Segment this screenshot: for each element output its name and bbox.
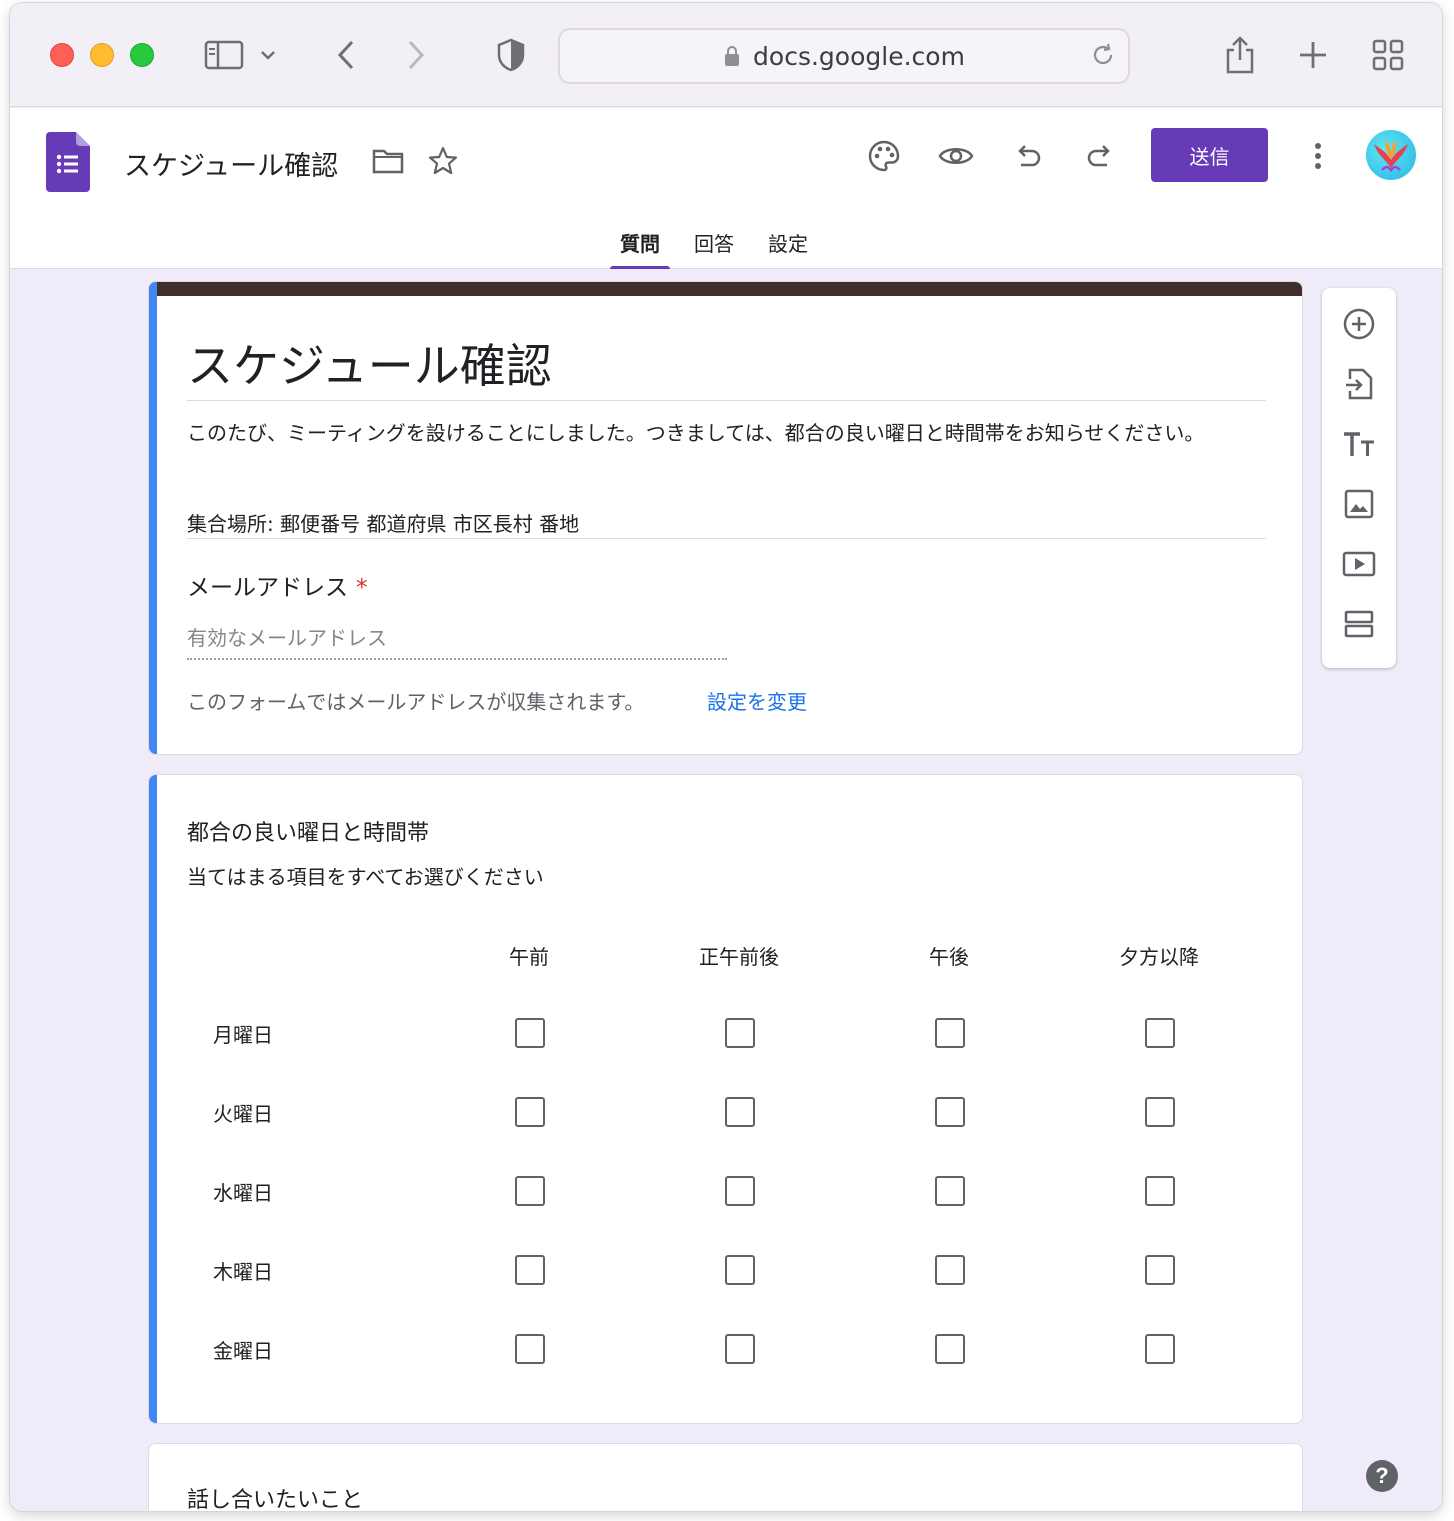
grid-checkbox[interactable] bbox=[1145, 1255, 1175, 1285]
question-card[interactable]: 話し合いたいこと bbox=[148, 1443, 1303, 1511]
active-card-indicator bbox=[149, 282, 157, 754]
chevron-down-icon[interactable] bbox=[256, 33, 280, 77]
form-place[interactable]: 集合場所: 郵便番号 都道府県 市区長村 番地 bbox=[187, 508, 579, 537]
browser-toolbar: docs.google.com bbox=[10, 3, 1442, 107]
grid-row-label: 木曜日 bbox=[213, 1260, 273, 1284]
address-bar[interactable]: docs.google.com bbox=[558, 28, 1130, 84]
form-title[interactable]: スケジュール確認 bbox=[187, 330, 552, 396]
forward-icon[interactable] bbox=[394, 33, 438, 77]
add-video-icon[interactable] bbox=[1335, 540, 1383, 588]
grid-checkbox[interactable] bbox=[515, 1018, 545, 1048]
send-button[interactable]: 送信 bbox=[1151, 128, 1268, 182]
undo-icon[interactable] bbox=[1006, 134, 1050, 178]
grid-checkbox[interactable] bbox=[935, 1176, 965, 1206]
tab-responses[interactable]: 回答 bbox=[684, 208, 744, 269]
lock-icon bbox=[723, 45, 741, 67]
grid-checkbox[interactable] bbox=[515, 1097, 545, 1127]
preview-eye-icon[interactable] bbox=[934, 134, 978, 178]
grid-checkbox[interactable] bbox=[935, 1018, 965, 1048]
grid-row-label: 金曜日 bbox=[213, 1339, 273, 1363]
browser-window: docs.google.com スケジュール確認 送信 質問 回答 設定 スケジ… bbox=[10, 3, 1442, 1511]
forms-header: スケジュール確認 送信 質問 回答 設定 bbox=[10, 108, 1442, 269]
grid-column-header: 夕方以降 bbox=[1119, 945, 1199, 969]
form-description[interactable]: このたび、ミーティングを設けることにしました。つきましては、都合の良い曜日と時間… bbox=[187, 418, 1267, 449]
add-title-icon[interactable] bbox=[1335, 420, 1383, 468]
grid-checkbox[interactable] bbox=[725, 1334, 755, 1364]
divider bbox=[187, 400, 1266, 401]
grid-checkbox[interactable] bbox=[725, 1255, 755, 1285]
question-toolbar bbox=[1322, 288, 1396, 668]
grid-checkbox[interactable] bbox=[725, 1097, 755, 1127]
form-tabs: 質問 回答 設定 bbox=[610, 208, 818, 269]
grid-checkbox[interactable] bbox=[725, 1176, 755, 1206]
tab-questions[interactable]: 質問 bbox=[610, 208, 670, 269]
help-icon[interactable]: ? bbox=[1366, 1460, 1398, 1492]
grid-row-label: 月曜日 bbox=[213, 1023, 273, 1047]
privacy-shield-icon[interactable] bbox=[489, 33, 533, 77]
grid-checkbox[interactable] bbox=[1145, 1334, 1175, 1364]
grid-column-header: 午後 bbox=[929, 945, 969, 969]
minimize-window-button[interactable] bbox=[90, 43, 114, 67]
back-icon[interactable] bbox=[324, 33, 368, 77]
active-card-indicator bbox=[149, 775, 157, 1423]
google-forms-logo-icon[interactable] bbox=[46, 132, 90, 196]
palette-icon[interactable] bbox=[862, 134, 906, 178]
change-settings-link[interactable]: 設定を変更 bbox=[707, 686, 807, 715]
new-tab-icon[interactable] bbox=[1291, 33, 1335, 77]
add-section-icon[interactable] bbox=[1335, 600, 1383, 648]
grid-checkbox[interactable] bbox=[515, 1176, 545, 1206]
url-text: docs.google.com bbox=[753, 41, 965, 71]
redo-icon[interactable] bbox=[1078, 134, 1122, 178]
grid-question-card[interactable]: 都合の良い曜日と時間帯 当てはまる項目をすべてお選びください 午前 正午前後 午… bbox=[148, 774, 1303, 1424]
email-collection-note: このフォームではメールアドレスが収集されます。 bbox=[187, 690, 645, 714]
zoom-window-button[interactable] bbox=[130, 43, 154, 67]
grid-checkbox[interactable] bbox=[1145, 1097, 1175, 1127]
grid-checkbox[interactable] bbox=[935, 1334, 965, 1364]
import-questions-icon[interactable] bbox=[1335, 360, 1383, 408]
add-image-icon[interactable] bbox=[1335, 480, 1383, 528]
grid-checkbox[interactable] bbox=[515, 1334, 545, 1364]
close-window-button[interactable] bbox=[50, 43, 74, 67]
form-header-card[interactable]: スケジュール確認 このたび、ミーティングを設けることにしました。つきましては、都… bbox=[148, 281, 1303, 755]
tab-overview-icon[interactable] bbox=[1366, 33, 1410, 77]
email-question-label: メールアドレス * bbox=[187, 568, 368, 602]
document-title[interactable]: スケジュール確認 bbox=[124, 144, 338, 183]
form-canvas: スケジュール確認 このたび、ミーティングを設けることにしました。つきましては、都… bbox=[10, 269, 1442, 1511]
grid-checkbox[interactable] bbox=[1145, 1176, 1175, 1206]
grid-checkbox[interactable] bbox=[935, 1097, 965, 1127]
share-icon[interactable] bbox=[1218, 33, 1262, 77]
theme-color-bar bbox=[149, 282, 1302, 296]
tab-settings[interactable]: 設定 bbox=[758, 208, 818, 269]
required-marker: * bbox=[356, 575, 368, 601]
add-question-icon[interactable] bbox=[1335, 300, 1383, 348]
reload-icon[interactable] bbox=[1090, 42, 1116, 74]
grid-checkbox[interactable] bbox=[1145, 1018, 1175, 1048]
star-icon[interactable] bbox=[428, 146, 458, 180]
grid-row-label: 火曜日 bbox=[213, 1102, 273, 1126]
question-description: 当てはまる項目をすべてお選びください bbox=[187, 865, 544, 889]
grid-checkbox[interactable] bbox=[725, 1018, 755, 1048]
email-field: 有効なメールアドレス bbox=[187, 626, 387, 650]
grid-row-label: 水曜日 bbox=[213, 1181, 273, 1205]
sidebar-toggle-icon[interactable] bbox=[202, 33, 246, 77]
email-label-text: メールアドレス bbox=[187, 575, 348, 601]
grid-column-header: 午前 bbox=[509, 945, 549, 969]
grid-checkbox[interactable] bbox=[515, 1255, 545, 1285]
avatar[interactable] bbox=[1366, 130, 1416, 180]
question-title: 話し合いたいこと bbox=[187, 1488, 364, 1511]
divider bbox=[187, 538, 1266, 539]
email-field-underline bbox=[187, 658, 727, 660]
folder-icon[interactable] bbox=[372, 148, 404, 178]
question-title: 都合の良い曜日と時間帯 bbox=[187, 821, 430, 846]
grid-column-header: 正午前後 bbox=[699, 945, 779, 969]
more-options-icon[interactable] bbox=[1296, 134, 1340, 178]
grid-checkbox[interactable] bbox=[935, 1255, 965, 1285]
